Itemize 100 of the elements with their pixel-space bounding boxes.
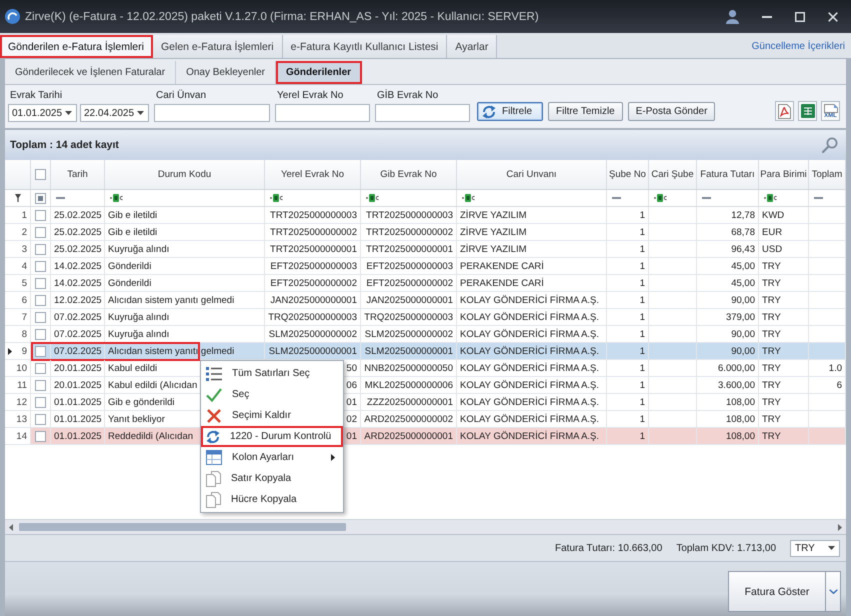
filter-button[interactable]: Filtrele	[477, 102, 544, 121]
date-combo[interactable]: 22.04.2025	[80, 104, 149, 122]
table-cell: KOLAY GÖNDERİCİ FİRMA A.Ş.	[460, 294, 600, 306]
table-cell: Kuyruğa alındı	[108, 244, 170, 254]
document-icon	[824, 104, 838, 112]
logo-icon	[5, 9, 20, 24]
column-header[interactable]: Şube No	[607, 160, 649, 189]
table-cell: 1	[640, 328, 645, 340]
column-header[interactable]: Para Birimi	[759, 160, 809, 189]
table-cell: TRY	[762, 294, 781, 306]
send-email-button[interactable]: E-Posta Gönder	[628, 102, 716, 121]
column-header[interactable]: Tarih	[51, 160, 105, 189]
tab[interactable]: Gelen e-Fatura İşlemleri	[152, 35, 283, 58]
export-button[interactable]	[798, 101, 817, 121]
tab[interactable]: e-Fatura Kayıtlı Kullanıcı Listesi	[282, 35, 448, 58]
text-field[interactable]	[275, 104, 370, 122]
row-number: 6	[22, 294, 27, 306]
menu-item[interactable]: 1220 - Durum Kontrolü	[201, 426, 343, 447]
table-cell: MKL2025000000006	[364, 380, 453, 390]
horizontal-scrollbar[interactable]	[5, 519, 846, 534]
table-cell: ZİRVE YAZILIM	[460, 226, 527, 238]
row-number: 9	[22, 346, 27, 356]
clear-filter-button[interactable]: Filtre Temizle	[548, 102, 623, 121]
column-header[interactable]: Gib Evrak No	[361, 160, 457, 189]
row-checkbox[interactable]	[35, 346, 46, 356]
table-cell: 1	[640, 346, 645, 356]
table-cell: 3.600,00	[718, 380, 755, 390]
row-checkbox[interactable]	[35, 380, 46, 390]
funnel-icon	[14, 194, 20, 202]
tab[interactable]: Gönderilen e-Fatura İşlemleri	[0, 35, 153, 58]
maximize-icon[interactable]	[795, 12, 805, 22]
table-cell: JAN2025000000001	[366, 294, 453, 306]
scroll-right-icon[interactable]	[838, 524, 842, 530]
row-number: 4	[22, 260, 27, 272]
table-cell: ARD2025000000001	[364, 430, 453, 442]
row-checkbox[interactable]	[35, 328, 46, 340]
column-header[interactable]: Fatura Tutarı	[697, 160, 759, 189]
table-cell: ZİRVE YAZILIM	[460, 210, 527, 220]
row-checkbox[interactable]	[35, 278, 46, 288]
column-header[interactable]: Yerel Evrak No	[265, 160, 361, 189]
row-checkbox[interactable]	[35, 244, 46, 254]
search-icon[interactable]	[822, 137, 838, 153]
menu-item[interactable]: Kolon Ayarları	[201, 447, 343, 468]
text-field[interactable]	[375, 104, 470, 122]
dropdown-button[interactable]	[826, 571, 841, 612]
window-title: Zirve(K) (e-Fatura - 12.02.2025) paketi V.1.27.0 (Firma: ERHAN_AS - Yıl: 2025 - Kullanıcı: SERVER)	[25, 10, 539, 22]
row-checkbox[interactable]	[35, 396, 46, 408]
date-combo[interactable]: 01.01.2025	[8, 104, 77, 122]
row-checkbox[interactable]	[35, 210, 46, 220]
select-all-checkbox[interactable]	[35, 169, 46, 180]
currency-combo[interactable]: TRY	[790, 540, 840, 556]
table-cell: TRQ2025000000003	[364, 312, 453, 322]
tab[interactable]: Ayarlar	[447, 35, 498, 58]
record-count: Toplam : 14 adet kayıt	[10, 139, 119, 151]
column-header[interactable]: Durum Kodu	[105, 160, 265, 189]
list-icon	[206, 366, 222, 382]
menu-item[interactable]: Hücre Kopyala	[201, 489, 343, 510]
close-icon[interactable]	[828, 12, 838, 22]
menu-item[interactable]: Satır Kopyala	[201, 468, 343, 489]
table-cell: Gib e gönderildi	[108, 396, 175, 408]
update-notes-link[interactable]: Güncelleme İçerikleri	[752, 41, 851, 52]
filter-checkbox[interactable]	[35, 192, 46, 204]
caret-down-icon	[137, 111, 144, 115]
row-checkbox[interactable]	[35, 430, 46, 442]
row-checkbox[interactable]	[35, 312, 46, 322]
tab[interactable]: Gönderilecek ve İşlenen Faturalar	[5, 61, 176, 84]
row-number: 8	[22, 328, 27, 340]
tab[interactable]: Gönderilenler	[276, 61, 362, 84]
text-field[interactable]	[154, 104, 270, 122]
user-icon[interactable]	[726, 10, 739, 24]
table-cell: 90,00	[731, 346, 755, 356]
row-checkbox[interactable]	[35, 294, 46, 306]
table-cell: ZİRVE YAZILIM	[460, 244, 527, 254]
show-invoice-button[interactable]: Fatura Göster	[728, 571, 826, 612]
table-cell: 45,00	[731, 278, 755, 288]
menu-item[interactable]: Seçimi Kaldır	[201, 405, 343, 426]
scroll-left-icon[interactable]	[9, 524, 13, 530]
column-header[interactable]: Cari Şube	[649, 160, 697, 189]
table-cell: 25.02.2025	[54, 210, 102, 220]
table-cell: TRY	[762, 278, 781, 288]
table-cell: Gib e iletildi	[108, 226, 158, 238]
export-button[interactable]	[775, 101, 794, 121]
menu-item[interactable]: Tüm Satırları Seç	[201, 363, 343, 384]
table-cell: 14.02.2025	[54, 260, 102, 272]
row-checkbox[interactable]	[35, 260, 46, 272]
table-cell: TRY	[762, 362, 781, 374]
menu-item[interactable]: Seç	[201, 384, 343, 405]
table-cell: 20.01.2025	[54, 362, 102, 374]
column-header[interactable]: Toplam	[809, 160, 846, 189]
row-number: 11	[17, 380, 27, 390]
table-cell: Reddedildi (Alıcıdan	[108, 430, 194, 442]
column-header[interactable]: Cari Unvanı	[457, 160, 607, 189]
row-checkbox[interactable]	[35, 362, 46, 374]
table-cell: ZZZ2025000000001	[366, 396, 453, 408]
row-checkbox[interactable]	[35, 414, 46, 424]
row-checkbox[interactable]	[35, 226, 46, 238]
selection-band[interactable]	[31, 343, 846, 359]
scrollbar-thumb[interactable]	[19, 523, 346, 531]
text-filter-icon	[764, 194, 777, 202]
minimize-icon[interactable]	[762, 16, 772, 18]
